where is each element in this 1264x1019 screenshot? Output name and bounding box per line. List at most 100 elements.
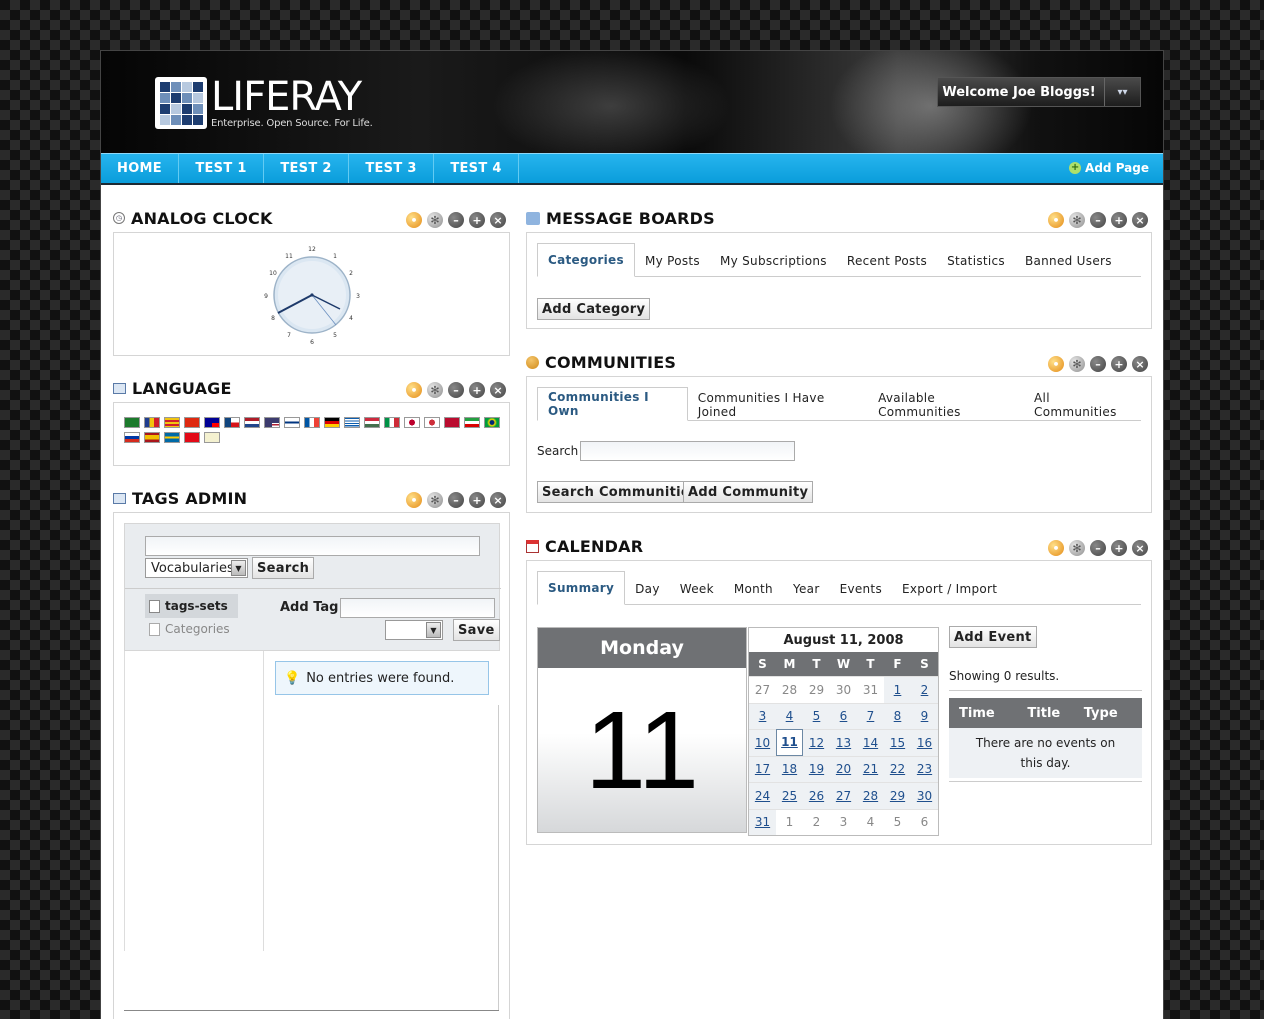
calendar-day[interactable]: 19 <box>803 755 830 782</box>
configuration-icon[interactable]: ✻ <box>1069 212 1085 228</box>
tab-banned-users[interactable]: Banned Users <box>1015 246 1122 276</box>
maximize-icon[interactable]: + <box>1111 540 1127 556</box>
configuration-icon[interactable]: ✻ <box>1069 540 1085 556</box>
tab-summary[interactable]: Summary <box>537 571 626 605</box>
calendar-day[interactable]: 6 <box>830 702 857 729</box>
minimize-icon[interactable]: – <box>448 382 464 398</box>
tab-my-subscriptions[interactable]: My Subscriptions <box>710 246 837 276</box>
calendar-day[interactable]: 8 <box>884 702 911 729</box>
calendar-day[interactable]: 14 <box>857 729 884 756</box>
tab-recent-posts[interactable]: Recent Posts <box>837 246 937 276</box>
calendar-day[interactable]: 23 <box>911 755 938 782</box>
flag-vietnam-icon[interactable] <box>204 432 220 443</box>
configuration-icon[interactable]: ✻ <box>427 492 443 508</box>
add-event-button[interactable]: Add Event <box>949 626 1037 648</box>
close-icon[interactable]: × <box>490 212 506 228</box>
maximize-icon[interactable]: + <box>469 212 485 228</box>
add-community-button[interactable]: Add Community <box>683 481 814 503</box>
calendar-day[interactable]: 7 <box>857 702 884 729</box>
calendar-day[interactable]: 22 <box>884 755 911 782</box>
flag-hungary-icon[interactable] <box>364 417 380 428</box>
calendar-day[interactable]: 1 <box>884 676 911 703</box>
flag-spain-icon[interactable] <box>144 432 160 443</box>
flag-czech-icon[interactable] <box>224 417 240 428</box>
tab-month[interactable]: Month <box>724 574 783 604</box>
vocabularies-select[interactable]: Vocabularies ▼ <box>145 558 248 578</box>
flag-korea-icon[interactable] <box>424 417 440 428</box>
flag-turkey-icon[interactable] <box>184 432 200 443</box>
maximize-icon[interactable]: + <box>469 382 485 398</box>
flag-arabic-icon[interactable] <box>124 417 140 428</box>
calendar-day[interactable]: 13 <box>830 729 857 756</box>
tags-search-input[interactable] <box>145 536 480 556</box>
tags-sets-item[interactable]: tags-sets <box>145 594 238 618</box>
calendar-day[interactable]: 28 <box>857 782 884 809</box>
minimize-icon[interactable]: – <box>1090 212 1106 228</box>
close-icon[interactable]: × <box>1132 356 1148 372</box>
nav-test-2[interactable]: TEST 2 <box>264 154 349 183</box>
flag-taiwan-icon[interactable] <box>204 417 220 428</box>
look-and-feel-icon[interactable]: • <box>406 382 422 398</box>
tab-available-communities[interactable]: Available Communities <box>868 390 1024 420</box>
minimize-icon[interactable]: – <box>448 212 464 228</box>
flag-sweden-icon[interactable] <box>164 432 180 443</box>
calendar-day[interactable]: 15 <box>884 729 911 756</box>
flag-france-icon[interactable] <box>304 417 320 428</box>
calendar-day[interactable]: 26 <box>803 782 830 809</box>
tab-events[interactable]: Events <box>830 574 892 604</box>
calendar-day[interactable]: 20 <box>830 755 857 782</box>
tag-set-select[interactable]: ▼ <box>385 620 443 640</box>
tab-year[interactable]: Year <box>783 574 830 604</box>
tab-my-posts[interactable]: My Posts <box>635 246 710 276</box>
tab-communities-i-own[interactable]: Communities I Own <box>537 387 688 421</box>
flag-brazil-icon[interactable] <box>484 417 500 428</box>
add-page-link[interactable]: + Add Page <box>1069 161 1149 175</box>
minimize-icon[interactable]: – <box>1090 540 1106 556</box>
tab-export-import[interactable]: Export / Import <box>892 574 1007 604</box>
close-icon[interactable]: × <box>490 492 506 508</box>
maximize-icon[interactable]: + <box>469 492 485 508</box>
calendar-day[interactable]: 18 <box>776 755 803 782</box>
calendar-day[interactable]: 31 <box>749 808 776 835</box>
maximize-icon[interactable]: + <box>1111 356 1127 372</box>
calendar-day[interactable]: 25 <box>776 782 803 809</box>
configuration-icon[interactable]: ✻ <box>1069 356 1085 372</box>
calendar-day[interactable]: 30 <box>911 782 938 809</box>
maximize-icon[interactable]: + <box>1111 212 1127 228</box>
calendar-day[interactable]: 29 <box>884 782 911 809</box>
flag-iran-icon[interactable] <box>464 417 480 428</box>
categories-item[interactable]: Categories <box>145 622 230 636</box>
configuration-icon[interactable]: ✻ <box>427 382 443 398</box>
calendar-day[interactable]: 17 <box>749 755 776 782</box>
calendar-day-today[interactable]: 11 <box>776 729 803 756</box>
tab-communities-joined[interactable]: Communities I Have Joined <box>688 390 868 420</box>
flag-greece-icon[interactable] <box>344 417 360 428</box>
minimize-icon[interactable]: – <box>448 492 464 508</box>
calendar-day[interactable]: 5 <box>803 702 830 729</box>
tab-day[interactable]: Day <box>625 574 670 604</box>
save-tag-button[interactable]: Save <box>453 619 500 641</box>
tags-search-button[interactable]: Search <box>252 557 315 579</box>
flag-usa-icon[interactable] <box>264 417 280 428</box>
tab-week[interactable]: Week <box>670 574 724 604</box>
calendar-day[interactable]: 21 <box>857 755 884 782</box>
look-and-feel-icon[interactable]: • <box>1048 356 1064 372</box>
calendar-day[interactable]: 2 <box>911 676 938 703</box>
flag-netherlands-icon[interactable] <box>244 417 260 428</box>
nav-test-3[interactable]: TEST 3 <box>349 154 434 183</box>
liferay-logo[interactable]: LIFERAY Enterprise. Open Source. For Lif… <box>155 77 373 129</box>
nav-test-4[interactable]: TEST 4 <box>434 154 519 183</box>
close-icon[interactable]: × <box>490 382 506 398</box>
add-category-button[interactable]: Add Category <box>537 298 651 320</box>
tab-categories[interactable]: Categories <box>537 243 635 277</box>
calendar-day[interactable]: 9 <box>911 702 938 729</box>
add-tag-input[interactable] <box>340 598 495 618</box>
welcome-dock[interactable]: Welcome Joe Bloggs! ▾▾ <box>937 77 1141 107</box>
close-icon[interactable]: × <box>1132 212 1148 228</box>
flag-finland-icon[interactable] <box>284 417 300 428</box>
look-and-feel-icon[interactable]: • <box>1048 212 1064 228</box>
calendar-day[interactable]: 27 <box>830 782 857 809</box>
tab-all-communities[interactable]: All Communities <box>1024 390 1141 420</box>
tab-statistics[interactable]: Statistics <box>937 246 1015 276</box>
calendar-day[interactable]: 10 <box>749 729 776 756</box>
